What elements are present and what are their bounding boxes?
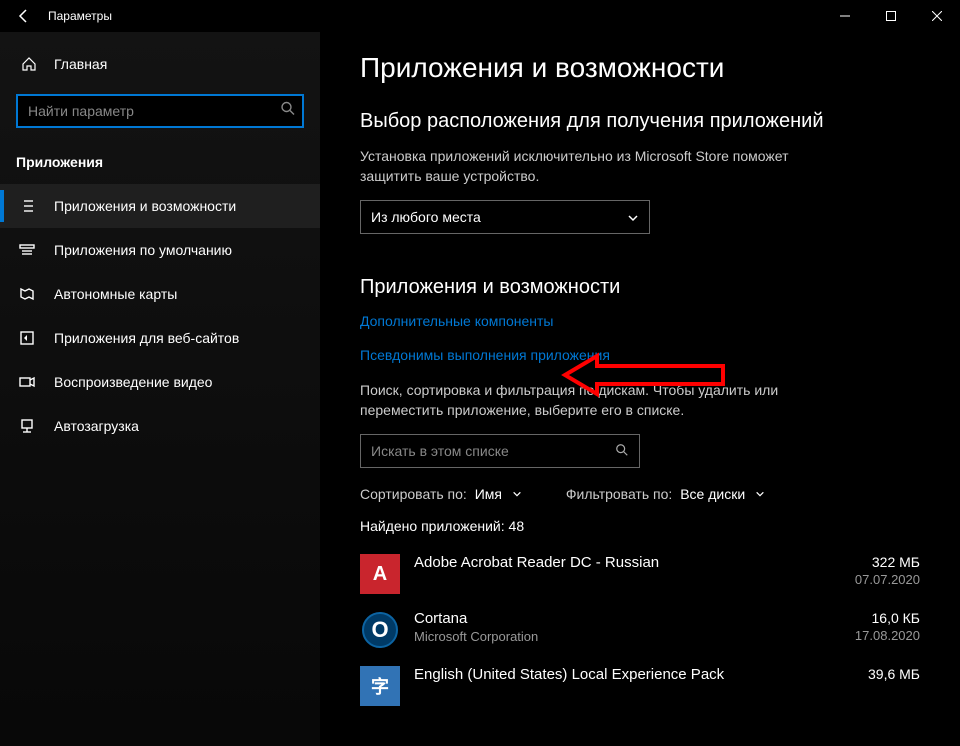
sidebar-item-label: Приложения и возможности xyxy=(54,198,236,214)
app-name: English (United States) Local Experience… xyxy=(414,666,806,683)
app-icon: O xyxy=(362,612,398,648)
app-icon: A xyxy=(360,554,400,594)
found-count: Найдено приложений: 48 xyxy=(360,518,920,534)
sort-value: Имя xyxy=(475,486,502,502)
window-title: Параметры xyxy=(48,9,112,23)
app-size: 39,6 МБ xyxy=(820,666,920,682)
app-date: 07.07.2020 xyxy=(820,572,920,587)
startup-icon xyxy=(18,417,36,435)
dropdown-value: Из любого места xyxy=(371,209,481,225)
sidebar-item-offline-maps[interactable]: Автономные карты xyxy=(0,272,320,316)
video-icon xyxy=(18,373,36,391)
home-label: Главная xyxy=(54,56,107,72)
app-size: 16,0 КБ xyxy=(820,610,920,626)
section-header: Приложения xyxy=(0,146,320,184)
link-app-aliases[interactable]: Псевдонимы выполнения приложения xyxy=(360,347,920,363)
chevron-down-icon xyxy=(512,486,524,498)
sort-label: Сортировать по: xyxy=(360,486,467,502)
filter-desc: Поиск, сортировка и фильтрация по дискам… xyxy=(360,381,840,420)
search-icon xyxy=(615,443,629,460)
sidebar-item-label: Воспроизведение видео xyxy=(54,374,212,390)
home-button[interactable]: Главная xyxy=(0,44,320,84)
filter-label: Фильтровать по: xyxy=(566,486,672,502)
app-icon: 字 xyxy=(360,666,400,706)
sidebar-item-label: Приложения для веб-сайтов xyxy=(54,330,239,346)
defaults-icon xyxy=(18,241,36,259)
list-search-input[interactable] xyxy=(371,443,609,459)
app-row[interactable]: A Adobe Acrobat Reader DC - Russian 322 МБ… xyxy=(360,546,920,602)
app-name: Adobe Acrobat Reader DC - Russian xyxy=(414,554,806,571)
list-icon xyxy=(18,197,36,215)
titlebar: Параметры xyxy=(0,0,960,32)
map-icon xyxy=(18,285,36,303)
sidebar-item-label: Автономные карты xyxy=(54,286,177,302)
sort-by-selector[interactable]: Сортировать по: Имя xyxy=(360,486,524,502)
install-source-dropdown[interactable]: Из любого места xyxy=(360,200,650,234)
link-optional-features[interactable]: Дополнительные компоненты xyxy=(360,313,920,329)
apps-heading: Приложения и возможности xyxy=(360,276,920,299)
chevron-down-icon xyxy=(755,486,767,498)
app-date: 17.08.2020 xyxy=(820,628,920,643)
chevron-down-icon xyxy=(627,211,639,223)
list-search[interactable] xyxy=(360,434,640,468)
filter-value: Все диски xyxy=(680,486,745,502)
choose-heading: Выбор расположения для получения приложе… xyxy=(360,110,920,133)
minimize-button[interactable] xyxy=(822,0,868,32)
sidebar-item-label: Приложения по умолчанию xyxy=(54,242,232,258)
sidebar-item-startup[interactable]: Автозагрузка xyxy=(0,404,320,448)
sidebar-item-apps-for-websites[interactable]: Приложения для веб-сайтов xyxy=(0,316,320,360)
sidebar-item-default-apps[interactable]: Приложения по умолчанию xyxy=(0,228,320,272)
app-publisher: Microsoft Corporation xyxy=(414,629,806,644)
sidebar-item-apps-features[interactable]: Приложения и возможности xyxy=(0,184,320,228)
website-icon xyxy=(18,329,36,347)
close-button[interactable] xyxy=(914,0,960,32)
page-title: Приложения и возможности xyxy=(360,52,920,84)
choose-desc: Установка приложений исключительно из Mi… xyxy=(360,147,840,186)
content: Приложения и возможности Выбор расположе… xyxy=(320,32,960,746)
search-wrap xyxy=(16,94,304,128)
maximize-button[interactable] xyxy=(868,0,914,32)
search-icon xyxy=(280,101,296,122)
app-row[interactable]: O Cortana Microsoft Corporation 16,0 КБ 17.0… xyxy=(360,602,920,658)
filter-by-selector[interactable]: Фильтровать по: Все диски xyxy=(566,486,767,502)
sidebar-item-video-playback[interactable]: Воспроизведение видео xyxy=(0,360,320,404)
search-input[interactable] xyxy=(16,94,304,128)
sidebar-item-label: Автозагрузка xyxy=(54,418,139,434)
app-row[interactable]: 字 English (United States) Local Experienc… xyxy=(360,658,920,714)
back-button[interactable] xyxy=(8,0,40,32)
home-icon xyxy=(20,55,38,73)
sidebar: Главная Приложения Приложения и возможно… xyxy=(0,32,320,746)
app-size: 322 МБ xyxy=(820,554,920,570)
app-name: Cortana xyxy=(414,610,806,627)
